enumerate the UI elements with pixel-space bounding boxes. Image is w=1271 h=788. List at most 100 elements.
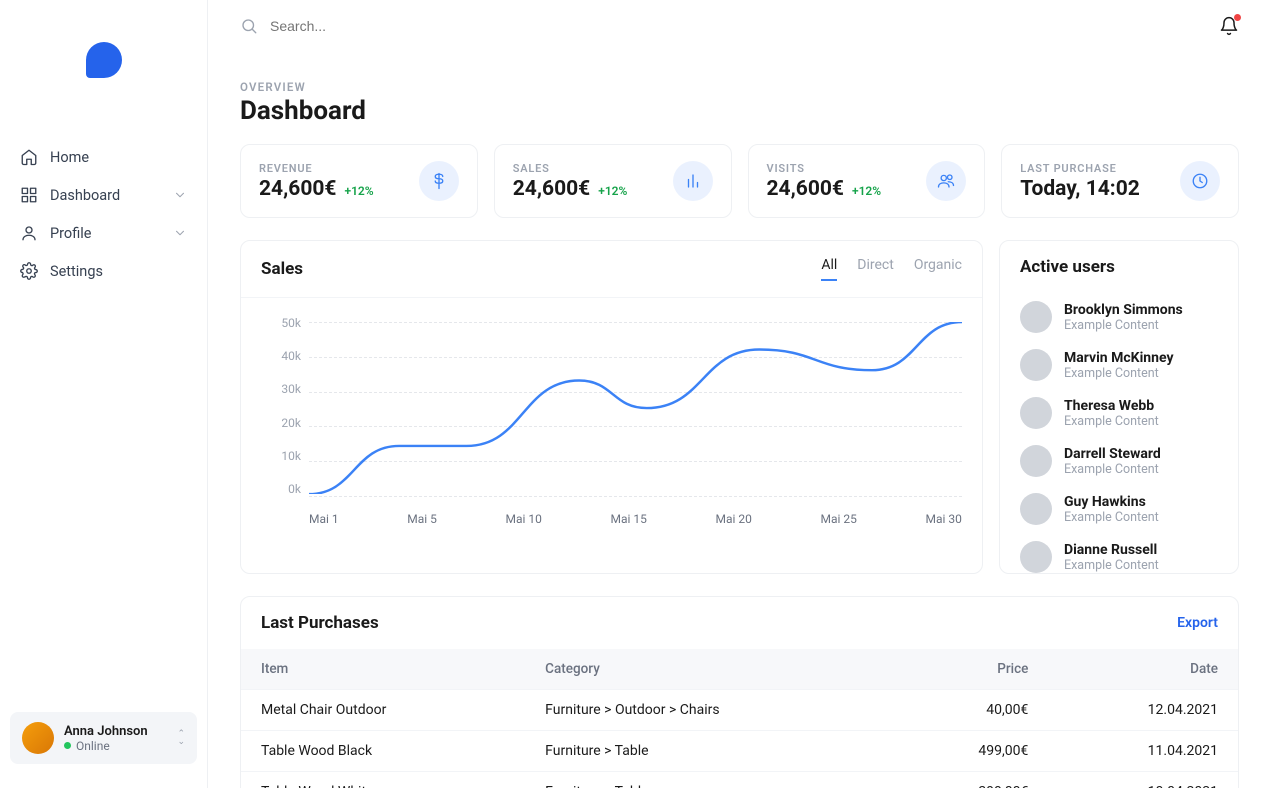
page-title: Dashboard — [240, 96, 1239, 126]
cell-category: Furniture > Outdoor > Chairs — [525, 690, 894, 731]
tab-all[interactable]: All — [821, 257, 837, 281]
user-name: Darrell Steward — [1064, 446, 1161, 462]
col-price[interactable]: Price — [894, 649, 1049, 690]
stat-delta: +12% — [598, 184, 627, 198]
cell-date: 10.04.2021 — [1048, 772, 1238, 788]
export-button[interactable]: Export — [1177, 615, 1218, 631]
avatar — [1020, 397, 1052, 429]
cell-item: Metal Chair Outdoor — [241, 690, 525, 731]
y-tick: 40k — [261, 349, 301, 363]
user-row[interactable]: Guy HawkinsExample Content — [1020, 485, 1218, 533]
stat-card: REVENUE 24,600€+12% — [240, 144, 478, 218]
x-tick: Mai 30 — [926, 512, 962, 526]
user-row[interactable]: Dianne RussellExample Content — [1020, 533, 1218, 573]
cell-date: 11.04.2021 — [1048, 731, 1238, 772]
avatar — [1020, 445, 1052, 477]
user-sub: Example Content — [1064, 414, 1159, 429]
table-row[interactable]: Table Wood BlackFurniture > Table499,00€… — [241, 731, 1238, 772]
user-row[interactable]: Marvin McKinneyExample Content — [1020, 341, 1218, 389]
nav-label: Settings — [50, 263, 103, 280]
nav-label: Home — [50, 149, 89, 166]
purchases-panel: Last Purchases Export ItemCategoryPriceD… — [240, 596, 1239, 788]
col-item[interactable]: Item — [241, 649, 525, 690]
search-input[interactable] — [270, 18, 1219, 34]
user-row[interactable]: Darrell StewardExample Content — [1020, 437, 1218, 485]
gear-icon — [20, 262, 38, 280]
sales-panel: Sales AllDirectOrganic 50k40k30k20k10k0k… — [240, 240, 983, 574]
cell-price: 40,00€ — [894, 690, 1049, 731]
stat-card: VISITS 24,600€+12% — [748, 144, 986, 218]
table-row[interactable]: Metal Chair OutdoorFurniture > Outdoor >… — [241, 690, 1238, 731]
user-status: Online — [64, 739, 167, 753]
user-name: Guy Hawkins — [1064, 494, 1159, 510]
cell-price: 399,00€ — [894, 772, 1049, 788]
grid-icon — [20, 186, 38, 204]
nav-dashboard[interactable]: Dashboard — [14, 176, 193, 214]
notification-dot — [1234, 14, 1241, 21]
user-name: Anna Johnson — [64, 724, 167, 739]
cell-category: Furniture > Table — [525, 731, 894, 772]
nav-profile[interactable]: Profile — [14, 214, 193, 252]
col-category[interactable]: Category — [525, 649, 894, 690]
user-name: Marvin McKinney — [1064, 350, 1174, 366]
logo — [0, 24, 207, 138]
stat-card: SALES 24,600€+12% — [494, 144, 732, 218]
cell-date: 12.04.2021 — [1048, 690, 1238, 731]
user-sub: Example Content — [1064, 462, 1161, 477]
bars-icon — [673, 161, 713, 201]
sidebar: Home Dashboard Profile Settings Anna Joh… — [0, 0, 208, 788]
user-sub: Example Content — [1064, 366, 1174, 381]
sales-tabs: All Direct Organic — [821, 257, 962, 281]
y-tick: 50k — [261, 316, 301, 330]
clock-icon — [1180, 161, 1220, 201]
sales-chart: 50k40k30k20k10k0k Mai 1Mai 5Mai 10Mai 15… — [261, 316, 962, 526]
stat-value: 24,600€+12% — [259, 177, 374, 201]
avatar — [1020, 541, 1052, 573]
search-icon — [240, 17, 258, 35]
y-tick: 0k — [261, 482, 301, 496]
tab-organic[interactable]: Organic — [914, 257, 962, 281]
nav-settings[interactable]: Settings — [14, 252, 193, 290]
stat-value: 24,600€+12% — [513, 177, 628, 201]
tab-direct[interactable]: Direct — [857, 257, 894, 281]
x-tick: Mai 20 — [716, 512, 752, 526]
y-tick: 20k — [261, 416, 301, 430]
active-users-panel: Active users Brooklyn SimmonsExample Con… — [999, 240, 1239, 574]
avatar — [22, 722, 54, 754]
purchases-table: ItemCategoryPriceDate Metal Chair Outdoo… — [241, 649, 1238, 788]
topbar — [240, 0, 1239, 52]
stat-value: 24,600€+12% — [767, 177, 882, 201]
table-row[interactable]: Table Wood WhiteFurniture > Table399,00€… — [241, 772, 1238, 788]
user-icon — [20, 224, 38, 242]
dollar-icon — [419, 161, 459, 201]
y-tick: 10k — [261, 449, 301, 463]
avatar — [1020, 493, 1052, 525]
avatar — [1020, 301, 1052, 333]
x-tick: Mai 1 — [309, 512, 339, 526]
stat-card: LAST PURCHASE Today, 14:02 — [1001, 144, 1239, 218]
x-tick: Mai 10 — [506, 512, 542, 526]
notifications-button[interactable] — [1219, 16, 1239, 36]
chevron-down-icon — [173, 226, 187, 240]
user-name: Brooklyn Simmons — [1064, 302, 1183, 318]
stat-value: Today, 14:02 — [1020, 177, 1140, 201]
cell-item: Table Wood White — [241, 772, 525, 788]
col-date[interactable]: Date — [1048, 649, 1238, 690]
user-row[interactable]: Theresa WebbExample Content — [1020, 389, 1218, 437]
stat-delta: +12% — [344, 184, 373, 198]
avatar — [1020, 349, 1052, 381]
x-tick: Mai 5 — [407, 512, 437, 526]
nav-label: Profile — [50, 225, 91, 242]
panel-title: Sales — [261, 259, 303, 279]
user-card[interactable]: Anna Johnson Online ⌃⌄ — [10, 712, 197, 764]
stat-label: SALES — [513, 162, 628, 175]
user-sub: Example Content — [1064, 558, 1159, 573]
sort-icon: ⌃⌄ — [177, 730, 185, 746]
nav-home[interactable]: Home — [14, 138, 193, 176]
cell-item: Table Wood Black — [241, 731, 525, 772]
user-row[interactable]: Brooklyn SimmonsExample Content — [1020, 293, 1218, 341]
stat-delta: +12% — [852, 184, 881, 198]
user-name: Dianne Russell — [1064, 542, 1159, 558]
stat-label: VISITS — [767, 162, 882, 175]
user-name: Theresa Webb — [1064, 398, 1159, 414]
